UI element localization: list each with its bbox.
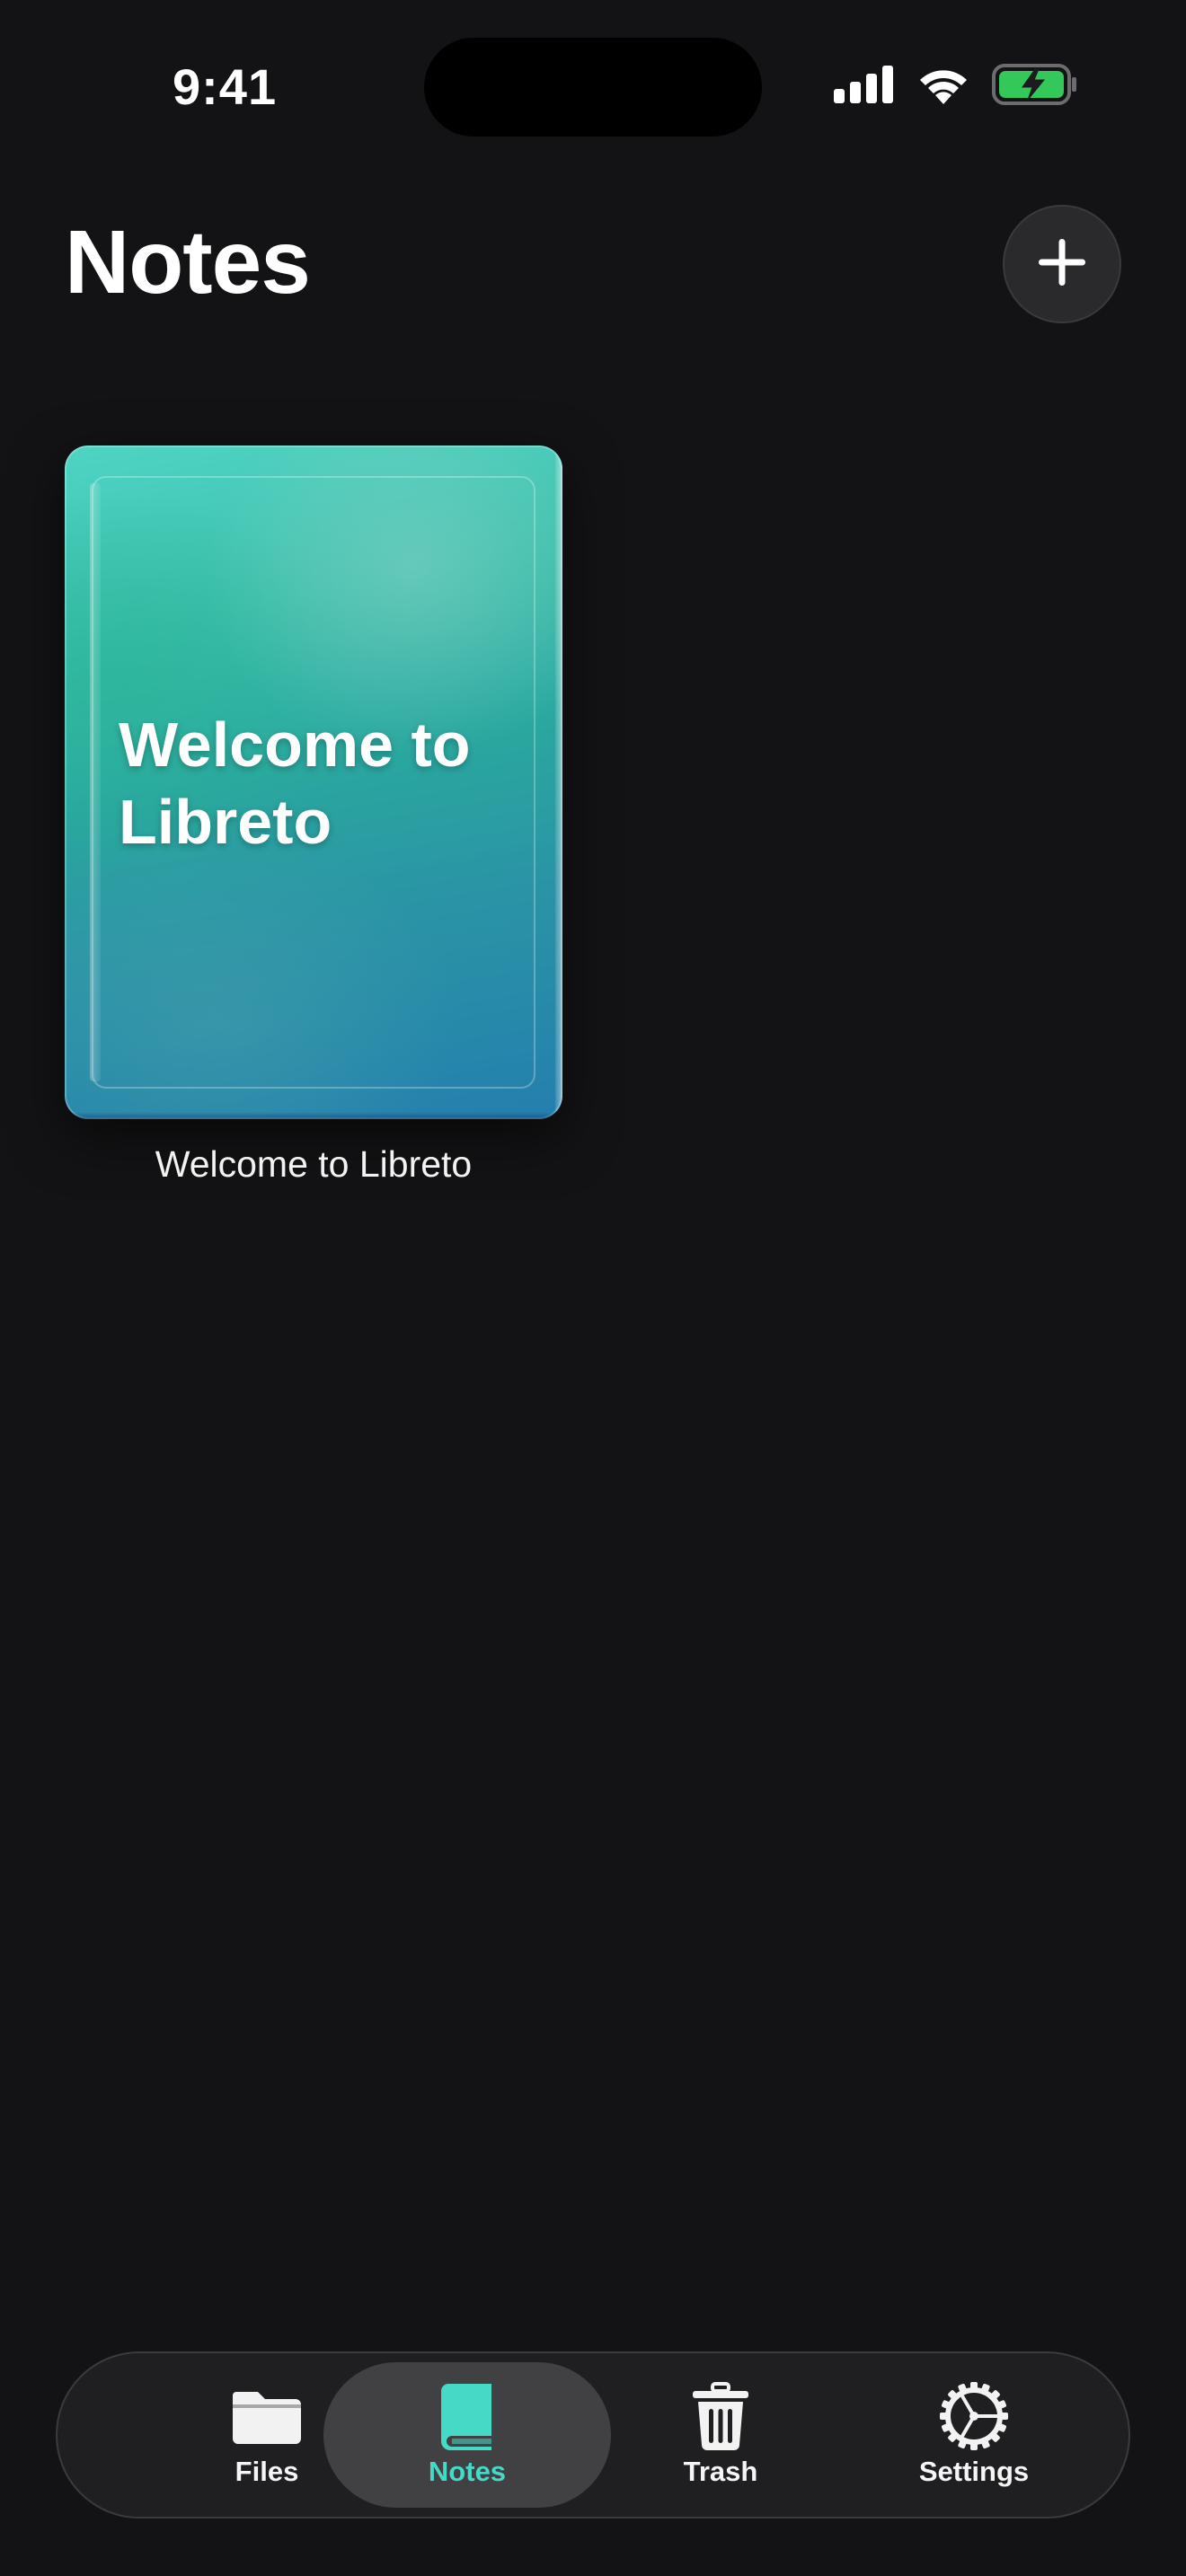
page-title: Notes: [65, 212, 311, 313]
notebook-caption[interactable]: Welcome to Libreto: [65, 1139, 562, 1189]
cellular-signal-icon: [834, 65, 895, 108]
notebook-cover-title: Welcome to Libreto: [119, 710, 471, 857]
tab-label: Settings: [918, 2456, 1030, 2487]
battery-charging-icon: [992, 63, 1078, 110]
tab-trash[interactable]: Trash: [577, 2362, 864, 2508]
tab-label: Files: [235, 2456, 299, 2487]
status-icons: [834, 63, 1078, 110]
plus-icon: [1037, 237, 1087, 292]
gear-icon: [940, 2382, 1008, 2450]
dynamic-island: [424, 38, 762, 137]
book-icon: [439, 2382, 495, 2450]
wifi-icon: [916, 65, 970, 109]
add-note-button[interactable]: [1003, 205, 1121, 323]
status-time: 9:41: [173, 58, 278, 115]
tab-settings[interactable]: Settings: [830, 2362, 1118, 2508]
tab-notes[interactable]: Notes: [323, 2362, 611, 2508]
folder-icon: [231, 2382, 303, 2450]
tab-label: Trash: [683, 2456, 758, 2487]
notebook-cover: Welcome to Libreto: [65, 446, 562, 1119]
trash-icon: [691, 2382, 750, 2450]
tab-bar: Files Notes Trash Settings: [56, 2351, 1130, 2519]
tab-label: Notes: [428, 2456, 507, 2487]
notebook-card[interactable]: Welcome to Libreto: [65, 446, 562, 1119]
